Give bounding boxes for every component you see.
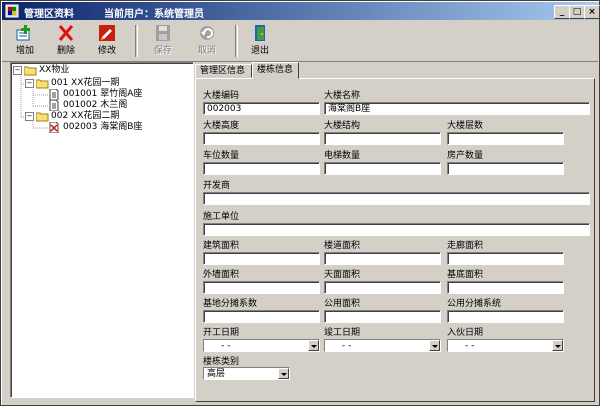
building-code-field[interactable]: 002003 [203, 102, 320, 115]
collapse-toggle-icon[interactable]: − [25, 79, 34, 88]
tree-item-label: 001002 木兰阁 [63, 100, 128, 110]
add-record-icon [16, 25, 30, 41]
move-in-date-label: 入伙日期 [447, 328, 484, 338]
land-share-coef-label: 基地分摊系数 [203, 299, 258, 309]
delete-x-icon [58, 25, 74, 41]
completion-date-picker[interactable]: - - [324, 339, 441, 352]
delete-label: 删除 [56, 46, 75, 56]
move-in-date-value: - - [465, 341, 475, 351]
completion-date-value: - - [342, 341, 352, 351]
land-share-coef-field[interactable] [203, 310, 320, 323]
start-date-picker[interactable]: - - [203, 339, 320, 352]
elevator-count-field[interactable] [324, 162, 441, 175]
delete-button[interactable]: 删除 [49, 23, 83, 59]
tree-item-label: 001001 翠竹阁A座 [63, 89, 143, 99]
tree-item-label: 001 XX花园一期 [51, 78, 120, 88]
roof-area-field[interactable] [324, 281, 441, 294]
building-type-label: 楼栋类别 [203, 357, 240, 367]
edit-label: 修改 [97, 46, 116, 56]
chevron-down-icon[interactable] [429, 340, 440, 351]
close-button[interactable]: × [584, 5, 600, 19]
undo-icon [200, 26, 214, 40]
cancel-button[interactable]: 取消 [190, 23, 224, 59]
building-type-value: 高层 [207, 369, 226, 379]
add-label: 增加 [15, 46, 34, 56]
building-info-panel: 大楼编码 002003 大楼名称 海棠阁B座 大楼高度 大楼结构 大楼层数 车位… [195, 78, 595, 402]
building-name-label: 大楼名称 [324, 91, 361, 101]
title-bar[interactable]: 管理区资料 当前用户：系统管理员 _ □ × [2, 2, 600, 20]
building-type-select[interactable]: 高层 [203, 367, 290, 380]
public-area-field[interactable] [324, 310, 441, 323]
collapse-toggle-icon[interactable]: − [25, 112, 34, 121]
base-area-label: 基底面积 [447, 270, 484, 280]
hallway-area-label: 走廊面积 [447, 241, 484, 251]
parking-count-label: 车位数量 [203, 151, 240, 161]
toolbar: 增加 删除 修改 保存 取消 退出 [2, 21, 598, 62]
maximize-button[interactable]: □ [569, 5, 585, 19]
tree-root-label: XX物业 [39, 65, 70, 75]
edit-button[interactable]: 修改 [90, 23, 124, 59]
building-area-field[interactable] [203, 252, 320, 265]
save-button[interactable]: 保存 [146, 23, 180, 59]
tree-item-label: 002 XX花园二期 [51, 111, 120, 121]
building-name-field[interactable]: 海棠阁B座 [324, 102, 590, 115]
chevron-down-icon[interactable] [278, 368, 289, 379]
corridor-area-field[interactable] [324, 252, 441, 265]
app-icon [5, 4, 19, 18]
building-height-field[interactable] [203, 132, 320, 145]
folder-icon [23, 65, 37, 79]
public-area-label: 公用面积 [324, 299, 361, 309]
chevron-down-icon[interactable] [308, 340, 319, 351]
building-tree[interactable]: − XX物业 − 001 XX花园一期 001001 翠竹阁A座 001002 … [10, 62, 194, 398]
elevator-count-label: 电梯数量 [324, 151, 361, 161]
parking-count-field[interactable] [203, 162, 320, 175]
building-floors-field[interactable] [447, 132, 564, 145]
corridor-area-label: 楼道面积 [324, 241, 361, 251]
toolbar-separator [135, 25, 138, 57]
window-title: 管理区资料 [24, 9, 74, 20]
exit-button[interactable]: 退出 [243, 23, 277, 59]
tree-item-label: 002003 海棠阁B座 [63, 122, 143, 132]
add-button[interactable]: 增加 [8, 23, 42, 59]
property-count-field[interactable] [447, 162, 564, 175]
minimize-button[interactable]: _ [554, 5, 570, 19]
move-in-date-picker[interactable]: - - [447, 339, 564, 352]
public-share-coef-field[interactable] [447, 310, 564, 323]
public-share-coef-label: 公用分摊系统 [447, 299, 502, 309]
cancel-label: 取消 [197, 46, 216, 56]
exit-label: 退出 [250, 46, 269, 56]
building-floors-label: 大楼层数 [447, 121, 484, 131]
roof-area-label: 天面面积 [324, 270, 361, 280]
building-structure-field[interactable] [324, 132, 441, 145]
completion-date-label: 竣工日期 [324, 328, 361, 338]
exterior-wall-area-label: 外墙面积 [203, 270, 240, 280]
developer-label: 开发商 [203, 181, 231, 191]
building-structure-label: 大楼结构 [324, 121, 361, 131]
building-area-label: 建筑面积 [203, 241, 240, 251]
tab-management-area[interactable]: 管理区信息 [195, 64, 252, 78]
current-user-label: 当前用户：系统管理员 [104, 9, 204, 20]
edit-icon [99, 25, 115, 41]
building-code-label: 大楼编码 [203, 91, 240, 101]
exit-door-icon [255, 25, 265, 41]
property-count-label: 房产数量 [447, 151, 484, 161]
toolbar-separator [235, 25, 238, 57]
building-height-label: 大楼高度 [203, 121, 240, 131]
main-window: 管理区资料 当前用户：系统管理员 _ □ × 增加 删除 修改 保存 取消 退出… [0, 0, 600, 406]
hallway-area-field[interactable] [447, 252, 564, 265]
start-date-value: - - [221, 341, 231, 351]
save-label: 保存 [153, 46, 172, 56]
contractor-label: 施工单位 [203, 212, 240, 222]
tab-building-info[interactable]: 楼栋信息 [252, 62, 299, 79]
chevron-down-icon[interactable] [552, 340, 563, 351]
base-area-field[interactable] [447, 281, 564, 294]
document-selected-icon [48, 121, 60, 136]
save-disk-icon [156, 25, 170, 41]
contractor-field[interactable] [203, 223, 590, 236]
exterior-wall-area-field[interactable] [203, 281, 320, 294]
developer-field[interactable] [203, 192, 590, 205]
collapse-toggle-icon[interactable]: − [13, 66, 22, 75]
start-date-label: 开工日期 [203, 328, 240, 338]
